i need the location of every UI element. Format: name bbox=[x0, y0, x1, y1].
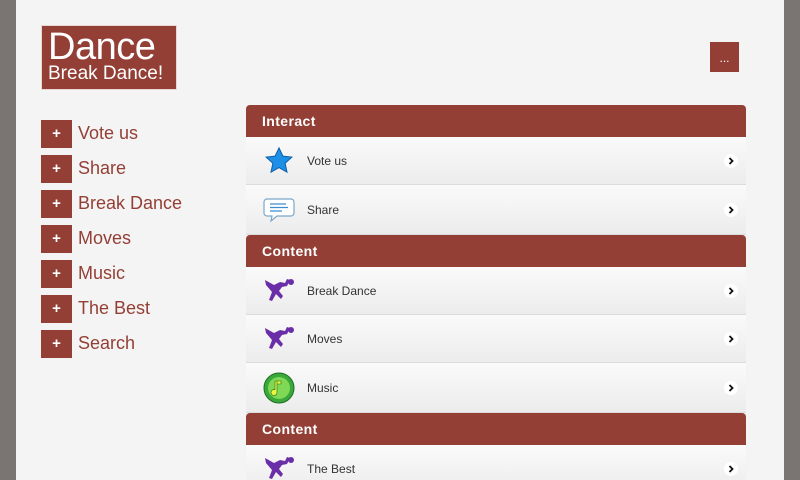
sidebar-item-label: Search bbox=[78, 333, 136, 353]
sidebar-item-label: Vote us bbox=[78, 123, 139, 143]
list-item-label: The Best bbox=[307, 461, 356, 476]
list-item-share[interactable]: Share bbox=[246, 185, 746, 235]
page-container: Dance Break Dance! ... + Vote us + Share… bbox=[16, 0, 784, 480]
sidebar-item-label: Moves bbox=[78, 228, 132, 248]
chevron-right-icon bbox=[724, 153, 738, 168]
sidebar-item-label: Music bbox=[78, 263, 126, 283]
section-header-interact: Interact bbox=[246, 105, 746, 137]
plus-icon: + bbox=[41, 154, 72, 183]
list-item-the-best[interactable]: The Best bbox=[246, 445, 746, 480]
sidebar-item-search[interactable]: + Search bbox=[41, 326, 231, 361]
sidebar-item-music[interactable]: + Music bbox=[41, 256, 231, 291]
chevron-right-icon bbox=[724, 202, 738, 217]
dancer-icon bbox=[260, 451, 298, 480]
plus-icon: + bbox=[41, 119, 72, 148]
main-panel: Interact Vote us Share Content Break Dan… bbox=[246, 105, 746, 480]
sidebar-item-label: Break Dance bbox=[78, 193, 183, 213]
logo-subtitle: Break Dance! bbox=[48, 63, 164, 84]
chevron-right-icon bbox=[724, 331, 738, 346]
list-item-label: Music bbox=[307, 380, 339, 395]
plus-icon: + bbox=[41, 224, 72, 253]
sidebar-item-moves[interactable]: + Moves bbox=[41, 221, 231, 256]
dancer-icon bbox=[260, 321, 298, 357]
plus-icon: + bbox=[41, 189, 72, 218]
chat-bubble-icon bbox=[260, 192, 298, 228]
chevron-right-icon bbox=[724, 283, 738, 298]
sidebar-item-share[interactable]: + Share bbox=[41, 151, 231, 186]
sidebar-nav: + Vote us + Share + Break Dance + Moves … bbox=[41, 116, 231, 361]
sidebar-item-label: Share bbox=[78, 158, 127, 178]
section-header-content: Content bbox=[246, 413, 746, 445]
section-header-content: Content bbox=[246, 235, 746, 267]
dancer-icon bbox=[260, 273, 298, 309]
list-item-label: Break Dance bbox=[307, 283, 377, 298]
sidebar-item-break-dance[interactable]: + Break Dance bbox=[41, 186, 231, 221]
chevron-right-icon bbox=[724, 380, 738, 395]
list-item-label: Moves bbox=[307, 331, 343, 346]
music-note-icon bbox=[260, 370, 298, 406]
list-item-vote-us[interactable]: Vote us bbox=[246, 137, 746, 185]
sidebar-item-the-best[interactable]: + The Best bbox=[41, 291, 231, 326]
sidebar-item-label: The Best bbox=[78, 298, 151, 318]
list-item-label: Share bbox=[307, 202, 340, 217]
plus-icon: + bbox=[41, 294, 72, 323]
list-item-moves[interactable]: Moves bbox=[246, 315, 746, 363]
plus-icon: + bbox=[41, 329, 72, 358]
list-item-music[interactable]: Music bbox=[246, 363, 746, 413]
chevron-right-icon bbox=[724, 461, 738, 476]
star-icon bbox=[260, 143, 298, 179]
logo-title: Dance bbox=[48, 26, 156, 68]
list-item-break-dance[interactable]: Break Dance bbox=[246, 267, 746, 315]
list-item-label: Vote us bbox=[307, 153, 348, 168]
sidebar-item-vote-us[interactable]: + Vote us bbox=[41, 116, 231, 151]
logo[interactable]: Dance Break Dance! bbox=[41, 25, 177, 90]
plus-icon: + bbox=[41, 259, 72, 288]
more-button[interactable]: ... bbox=[710, 42, 739, 72]
